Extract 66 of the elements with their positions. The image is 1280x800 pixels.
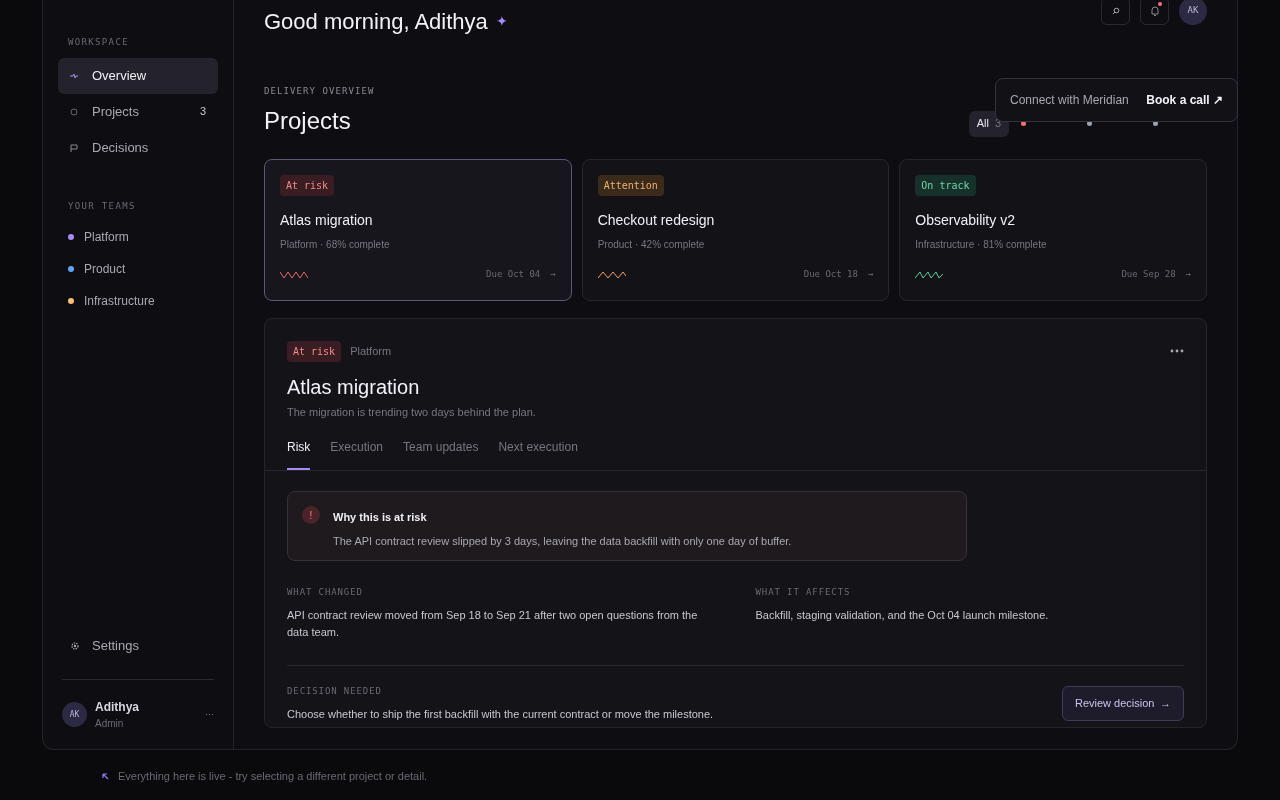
status-badge: Attention [597,174,664,196]
project-card[interactable]: Attention Checkout redesign Product · 42% complete Due Oct 18 → [581,158,890,301]
sparkle-icon: ✦ [495,11,508,32]
field-text: Backfill, staging validation, and the Oct 04 launch milestone. [755,607,1050,623]
project-card[interactable]: On track Observability v2 Infrastructure · 81% complete Due Sep 28 → [899,158,1207,301]
team-item[interactable]: Platform [58,221,218,253]
detail-tab[interactable]: Next execution [498,438,578,470]
nav-item[interactable]: Overview [58,57,218,94]
decision-text: Choose whether to ship the first backfill with the current contract or move the milestone. [287,707,714,722]
status-badge: At risk [287,340,342,362]
field-label: DECISION NEEDED [287,684,383,698]
gear-icon [70,641,80,651]
circle-icon [70,107,78,116]
sparkline-icon [597,269,626,280]
user-avatar: AK [62,702,87,727]
alert-title: Why this is at risk [333,510,428,525]
hint-text: Everything here is live - try selecting a different project or detail. [118,769,428,784]
pulse-icon [70,72,78,79]
due-date: Due Oct 18 → [803,268,874,281]
team-item[interactable]: Product [58,253,218,285]
user-role: Admin [95,717,125,731]
bell-icon [1148,5,1161,17]
project-name: Atlas migration [280,210,373,230]
status-badge: At risk [280,174,335,196]
flag-icon [70,143,78,152]
user-avatar[interactable]: AK [1179,0,1207,25]
alert-text: The API contract review slipped by 3 days, leaving the data backfill with only one day of buffer. [333,533,792,549]
section-label: YOUR TEAMS [67,199,137,213]
detail-title: Atlas migration [287,374,421,400]
popover-text: Connect with Meridian [1010,92,1129,109]
book-call-link[interactable]: Book a call ↗ [1146,91,1223,109]
field-text: API contract review moved from Sep 18 to Sep 21 after two open questions from the data team. [287,607,699,640]
nav-item[interactable]: Projects 3 [58,93,218,130]
sparkline-icon [280,269,308,280]
section-eyebrow: DELIVERY OVERVIEW [264,85,375,98]
field-label: WHAT IT AFFECTS [755,586,852,599]
project-meta: Platform · 68% complete [280,237,390,252]
due-date: Due Oct 04 → [486,268,556,281]
nav-item[interactable]: Decisions [58,129,218,166]
review-decision-button[interactable]: Review decision → [1062,686,1184,721]
section-title: Projects [264,105,352,136]
detail-tab[interactable]: Team updates [403,438,479,470]
project-name: Observability v2 [915,210,1015,230]
project-name: Checkout redesign [597,210,715,230]
more-button[interactable]: ··· [205,707,214,722]
settings-item[interactable]: Settings [58,630,218,662]
detail-subtitle: The migration is trending two days behind the plan. [287,404,537,420]
sparkline-icon [915,269,944,280]
user-name: Adithya [95,699,140,716]
section-label: WORKSPACE [67,36,130,49]
status-badge: On track [915,174,976,196]
due-date: Due Sep 28 → [1121,268,1191,281]
detail-tab[interactable]: Execution [330,438,384,470]
team-item[interactable]: Infrastructure [58,285,218,317]
project-meta: Product · 42% complete [597,237,705,252]
project-meta: Infrastructure · 81% complete [915,237,1047,252]
search-icon [1111,7,1120,15]
project-card[interactable]: At risk Atlas migration Platform · 68% complete Due Oct 04 → [264,158,572,301]
detail-tab[interactable]: Risk [287,438,311,470]
more-icon[interactable] [1170,349,1184,353]
field-label: WHAT CHANGED [287,586,364,599]
notifications-button[interactable] [1140,0,1169,25]
cursor-arrow-icon [102,772,109,780]
alert-icon: ! [302,506,320,524]
team-label: Platform [350,343,392,359]
greeting-title: Good morning, Adithya [264,8,488,36]
